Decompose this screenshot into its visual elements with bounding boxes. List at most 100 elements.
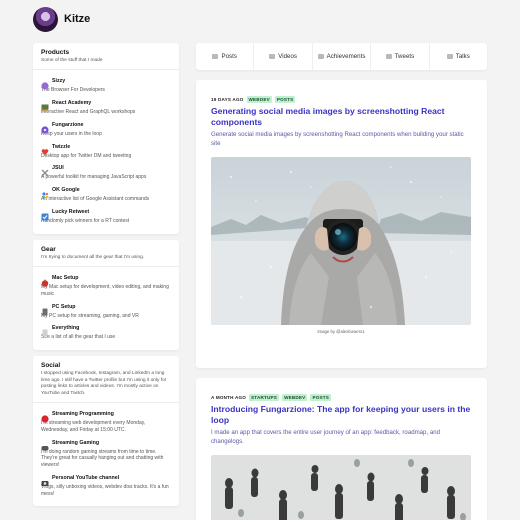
apple-icon (41, 274, 49, 287)
gear-header: Gear I'm trying to document all the gear… (33, 240, 179, 268)
red-circle-icon (41, 410, 49, 423)
item-row: Twizzle (41, 143, 171, 155)
item-row: PC Setup (41, 303, 171, 316)
item-name: Fungarzione (52, 121, 84, 128)
fungarzione-icon (41, 121, 49, 134)
products-header: Products Some of the stuff that I made (33, 43, 179, 71)
avatar[interactable] (33, 7, 58, 32)
gear-subtitle: I'm trying to document all the gear that… (41, 254, 145, 260)
list-item[interactable]: Personal YouTube channel Vlogs, silly unb… (41, 474, 171, 498)
post-cover-image[interactable] (211, 455, 471, 520)
gear-card: Gear I'm trying to document all the gear… (33, 239, 179, 351)
post-card[interactable]: 19 DAYS AGO WEBDEV POSTS Generating soci… (196, 80, 487, 368)
item-name: PC Setup (52, 303, 76, 310)
item-name: React Academy (52, 100, 92, 107)
products-card: Products Some of the stuff that I made S… (33, 43, 179, 234)
trophy-icon (317, 54, 324, 59)
social-title: Social (41, 362, 61, 370)
image-caption: Image by @alexbowers1 (317, 329, 365, 335)
tab-videos[interactable]: Videos (254, 43, 313, 70)
item-row: Mac Setup (41, 274, 171, 287)
tag-badge[interactable]: POSTS (310, 393, 332, 401)
list-item[interactable]: Streaming Programming I'm streaming web d… (41, 410, 171, 434)
item-name: Twizzle (52, 143, 71, 150)
item-name: Lucky Retweet (52, 208, 90, 215)
tab-label: Tweets (394, 53, 415, 60)
list-item[interactable]: OK Google An interactive list of Google A… (41, 186, 171, 203)
item-description: My PC setup for streaming, gaming, and V… (41, 312, 139, 319)
post-title[interactable]: Introducing Fungarzione: The app for kee… (211, 404, 471, 425)
item-description: Desktop app for Twitter DM and tweeting (41, 152, 132, 159)
post-meta: A MONTH AGO STARTUPS WEBDEV POSTS (211, 393, 471, 401)
list-item[interactable]: PC Setup My PC setup for streaming, gamin… (41, 303, 171, 320)
item-description: Keep your users in the loop (41, 130, 102, 137)
item-name: Streaming Programming (52, 411, 114, 418)
list-item[interactable]: Fungarzione Keep your users in the loop (41, 121, 171, 138)
post-title[interactable]: Generating social media images by screen… (211, 106, 471, 127)
photographer-in-snow-image (211, 157, 471, 326)
products-subtitle: Some of the stuff that I made (41, 58, 103, 63)
item-row: Personal YouTube channel (41, 474, 171, 486)
heart-icon (41, 143, 49, 155)
social-card: Social I stopped using Facebook, Instagr… (33, 356, 179, 507)
tools-icon (41, 164, 49, 177)
post-description: I made an app that covers the entire use… (211, 429, 441, 446)
gamepad-icon (41, 439, 49, 451)
microphone-icon (446, 54, 453, 59)
item-name: Streaming Gaming (52, 439, 100, 446)
tag-badge[interactable]: WEBDEV (282, 393, 308, 401)
item-description: I'm streaming web development every Mond… (41, 420, 146, 433)
tab-tweets[interactable]: Tweets (371, 43, 430, 70)
item-row: Lucky Retweet (41, 208, 171, 221)
tab-talks[interactable]: Talks (430, 43, 487, 70)
list-item[interactable]: JSUI A powerful toolkit for managing Java… (41, 164, 171, 181)
tab-label: Videos (278, 53, 298, 60)
list-item[interactable]: Lucky Retweet Randomly pick winners for a… (41, 208, 171, 225)
tag-badge[interactable]: STARTUPS (249, 393, 280, 401)
tab-achievements[interactable]: Achievements (313, 43, 372, 70)
tag-badge[interactable]: WEBDEV (246, 95, 272, 103)
tab-label: Achievements (326, 53, 366, 60)
item-name: Personal YouTube channel (52, 474, 120, 481)
post-date: A MONTH AGO (211, 394, 247, 400)
list-item[interactable]: Everything See a list of all the gear tha… (41, 324, 171, 341)
tag-badge[interactable]: POSTS (274, 95, 296, 103)
post-meta: 19 DAYS AGO WEBDEV POSTS (211, 95, 471, 103)
page-icon (41, 324, 49, 337)
list-item[interactable]: Twizzle Desktop app for Twitter DM and tw… (41, 143, 171, 160)
google-assistant-icon (41, 186, 49, 199)
video-icon (269, 54, 276, 59)
list-item[interactable]: React Academy Interactive React and Graph… (41, 99, 171, 116)
pc-icon (41, 303, 49, 316)
item-description: A powerful toolkit for managing JavaScri… (41, 174, 147, 181)
item-description: Randomly pick winners for a RT contest (41, 217, 130, 224)
post-cover-image[interactable] (211, 157, 471, 326)
list-item[interactable]: Streaming Gaming I'm doing random gaming … (41, 439, 171, 469)
tab-label: Posts (221, 53, 237, 60)
gear-list: Mac Setup My Mac setup for development, v… (33, 267, 179, 350)
camera-icon (41, 474, 49, 486)
post-card[interactable]: A MONTH AGO STARTUPS WEBDEV POSTS Introd… (196, 378, 487, 520)
sizzy-icon (41, 77, 49, 91)
item-row: Fungarzione (41, 121, 171, 134)
item-name: Everything (52, 325, 80, 332)
item-name: JSUI (52, 165, 64, 172)
item-description: I'm doing random gaming streams from tim… (41, 448, 164, 469)
social-header: Social I stopped using Facebook, Instagr… (33, 356, 179, 404)
item-row: OK Google (41, 186, 171, 199)
item-name: Sizzy (52, 78, 66, 85)
item-row: React Academy (41, 99, 171, 112)
list-item[interactable]: Sizzy The Browser For Developers (41, 77, 171, 94)
list-item[interactable]: Mac Setup My Mac setup for development, v… (41, 274, 171, 298)
item-row: Streaming Programming (41, 410, 171, 423)
item-row: Streaming Gaming (41, 439, 171, 451)
post-date: 19 DAYS AGO (211, 96, 244, 102)
item-description: An interactive list of Google Assistant … (41, 196, 150, 203)
item-name: Mac Setup (52, 275, 79, 282)
item-row: JSUI (41, 164, 171, 177)
checkbox-icon (41, 208, 49, 221)
products-title: Products (41, 49, 70, 56)
item-row: Everything (41, 324, 171, 337)
site-title[interactable]: Kitze (64, 13, 90, 25)
tab-posts[interactable]: Posts (196, 43, 255, 70)
